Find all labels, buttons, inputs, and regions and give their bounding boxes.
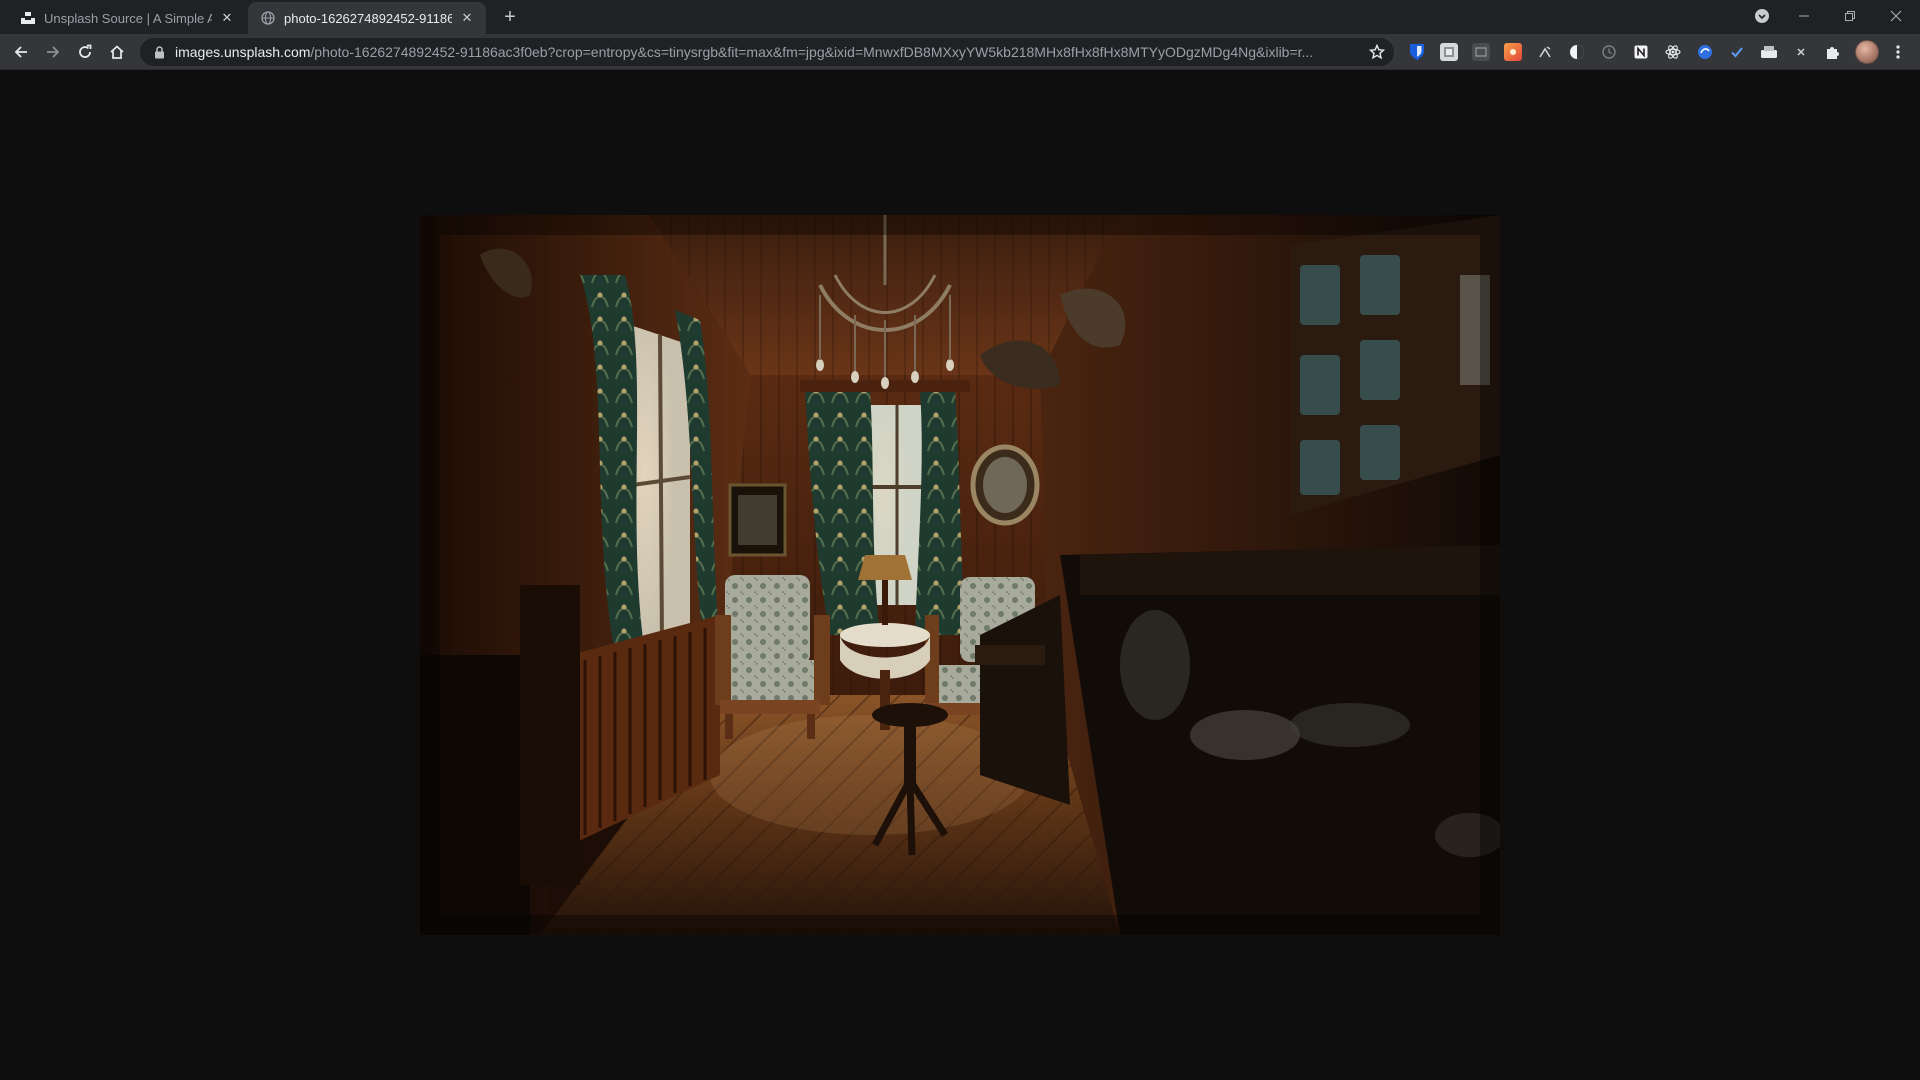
extension-orange-icon[interactable]: [1504, 43, 1522, 61]
bitwarden-icon[interactable]: [1408, 43, 1426, 61]
tab-photo[interactable]: photo-1626274892452-91186ac3f0eb ✕: [248, 2, 486, 34]
extension-x-icon[interactable]: [1792, 43, 1810, 61]
tab-close-icon[interactable]: ✕: [218, 9, 236, 27]
notion-icon[interactable]: [1632, 43, 1650, 61]
extension-tray-icon[interactable]: [1760, 43, 1778, 61]
extension-dark-icon[interactable]: [1472, 43, 1490, 61]
tab-search-icon[interactable]: [1742, 4, 1782, 28]
profile-avatar[interactable]: [1855, 40, 1879, 64]
displayed-photo[interactable]: [420, 215, 1500, 935]
browser-toolbar: images.unsplash.com/photo-1626274892452-…: [0, 34, 1920, 70]
restore-icon[interactable]: [1830, 4, 1870, 28]
close-icon[interactable]: [1876, 4, 1916, 28]
url-host: images.unsplash.com: [175, 44, 311, 60]
arrow-left-icon[interactable]: [7, 38, 35, 66]
extension-grey-icon[interactable]: [1440, 43, 1458, 61]
home-icon[interactable]: [103, 38, 131, 66]
extension-cursor-icon[interactable]: [1536, 43, 1554, 61]
reload-icon[interactable]: [71, 38, 99, 66]
tab-title: Unsplash Source | A Simple API: [44, 10, 212, 26]
url-text[interactable]: images.unsplash.com/photo-1626274892452-…: [175, 44, 1364, 60]
tab-title: photo-1626274892452-91186ac3f0eb: [284, 10, 452, 26]
plus-icon[interactable]: +: [499, 6, 521, 28]
extension-circle-icon[interactable]: [1568, 43, 1586, 61]
kebab-menu-icon[interactable]: [1888, 40, 1908, 64]
address-bar[interactable]: images.unsplash.com/photo-1626274892452-…: [140, 38, 1394, 66]
extension-timer-icon[interactable]: [1600, 43, 1618, 61]
minimize-icon[interactable]: [1784, 4, 1824, 28]
unsplash-logo-icon: [20, 10, 36, 26]
tab-unsplash-source[interactable]: Unsplash Source | A Simple API ✕: [8, 2, 246, 34]
image-viewer: [0, 70, 1920, 1080]
react-devtools-icon[interactable]: [1664, 43, 1682, 61]
star-outline-icon[interactable]: [1364, 39, 1390, 65]
extension-check-icon[interactable]: [1728, 43, 1746, 61]
lock-icon[interactable]: [152, 45, 166, 59]
photo-illustration: [420, 215, 1500, 935]
globe-icon: [260, 10, 276, 26]
tab-strip: Unsplash Source | A Simple API ✕ photo-1…: [0, 0, 1920, 34]
tab-close-icon[interactable]: ✕: [458, 9, 476, 27]
extension-blue-icon[interactable]: [1696, 43, 1714, 61]
url-path: /photo-1626274892452-91186ac3f0eb?crop=e…: [310, 44, 1314, 60]
arrow-right-icon[interactable]: [39, 38, 67, 66]
extensions-puzzle-icon[interactable]: [1824, 43, 1842, 61]
